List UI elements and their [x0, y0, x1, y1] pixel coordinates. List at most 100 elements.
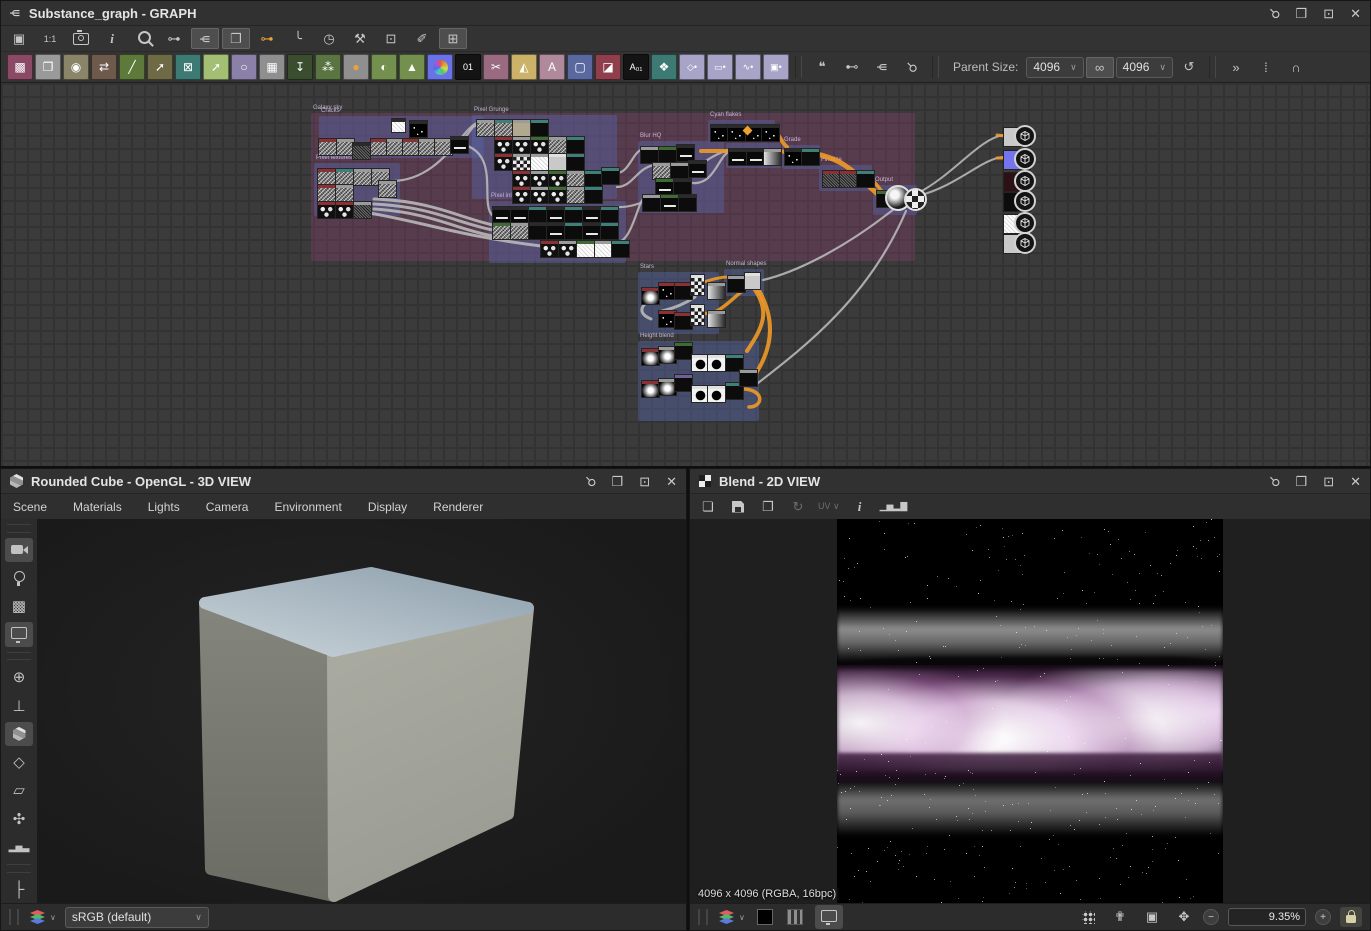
save-image-icon[interactable]: [728, 497, 748, 517]
reset-size-icon[interactable]: ↺: [1175, 57, 1203, 78]
menu-scene[interactable]: Scene: [13, 500, 61, 514]
shape-splatter-node-button[interactable]: ◇•: [679, 54, 705, 80]
graph-node[interactable]: [410, 121, 427, 137]
graph-node[interactable]: [675, 283, 692, 299]
graph-node[interactable]: [745, 273, 760, 289]
pin-node-icon[interactable]: ⚲: [898, 57, 926, 78]
view2d-titlebar[interactable]: Blend - 2D VIEW ⚲❒⊡✕: [690, 469, 1370, 494]
link-ends-icon[interactable]: ⊶: [160, 28, 188, 49]
maximize-icon[interactable]: ⊡: [639, 475, 650, 488]
thumbnails-icon[interactable]: ⊡: [377, 28, 405, 49]
menu-renderer[interactable]: Renderer: [433, 500, 497, 514]
graph-node[interactable]: [601, 207, 618, 223]
graph-node[interactable]: [318, 202, 335, 218]
graph-node[interactable]: [565, 207, 582, 223]
tiling-grid-icon[interactable]: [1078, 907, 1098, 927]
display-settings-icon[interactable]: [5, 622, 33, 646]
straight-links-icon[interactable]: ⊶: [253, 28, 281, 49]
graph-node[interactable]: [689, 161, 706, 177]
dock-icon[interactable]: ❒: [1296, 7, 1308, 20]
graph-titlebar[interactable]: ⋔ Substance_graph - GRAPH ⚲❒⊡✕: [1, 1, 1370, 26]
graph-node[interactable]: [679, 195, 696, 211]
graph-node[interactable]: [531, 154, 548, 170]
graph-node[interactable]: [379, 181, 396, 197]
link-size-icon[interactable]: ∞: [1086, 57, 1114, 78]
graph-node[interactable]: [602, 168, 619, 184]
close-icon[interactable]: ✕: [666, 475, 677, 488]
graph-node[interactable]: [392, 119, 405, 132]
graph-node[interactable]: [857, 171, 874, 187]
graph-node[interactable]: [643, 195, 660, 211]
graph-node[interactable]: [661, 195, 678, 211]
statusbar-grip[interactable]: [9, 909, 19, 925]
menu-display[interactable]: Display: [368, 500, 421, 514]
dot-node-button[interactable]: ●: [343, 54, 369, 80]
graph-node[interactable]: [495, 137, 512, 153]
graph-node[interactable]: [708, 386, 725, 402]
graph-node[interactable]: [802, 149, 819, 165]
pan-view-icon[interactable]: ✥: [1174, 907, 1194, 927]
clean-graph-icon[interactable]: ✐: [408, 28, 436, 49]
mirror-node-button[interactable]: ◭: [511, 54, 537, 80]
directional-blur-node-button[interactable]: ➚: [147, 54, 173, 80]
elbow-links-icon[interactable]: ╰: [284, 28, 312, 49]
shape-node-button[interactable]: ○: [231, 54, 257, 80]
bezier-curve-node-button[interactable]: ✂: [483, 54, 509, 80]
graph-node[interactable]: [513, 120, 530, 136]
graph-node[interactable]: [567, 137, 584, 153]
graph-node[interactable]: [840, 171, 857, 187]
output-node[interactable]: [1004, 151, 1030, 169]
graph-node[interactable]: [728, 125, 745, 141]
graph-node[interactable]: [495, 154, 512, 170]
graph-node[interactable]: [531, 187, 548, 203]
graph-node[interactable]: [419, 139, 436, 155]
graph-node[interactable]: [559, 241, 576, 257]
screenshot-icon[interactable]: [67, 28, 95, 49]
zoom-out-button[interactable]: −: [1203, 909, 1219, 925]
curve-warp-node-button[interactable]: ∿•: [735, 54, 761, 80]
graph-node[interactable]: [711, 125, 728, 141]
transformation-node-button[interactable]: ⊠: [175, 54, 201, 80]
compact-vertical-icon[interactable]: ⁞: [1252, 57, 1280, 78]
graph-node[interactable]: [674, 179, 691, 195]
alpha-01-node-button[interactable]: A₀₁: [623, 54, 649, 80]
graph-node[interactable]: [336, 202, 353, 218]
histogram-scan-node-button[interactable]: ▲: [399, 54, 425, 80]
menu-materials[interactable]: Materials: [73, 500, 136, 514]
graph-node[interactable]: [642, 381, 659, 397]
gradient-map-node-button[interactable]: [427, 54, 453, 80]
graph-node[interactable]: [583, 223, 600, 239]
maximize-icon[interactable]: ⊡: [1323, 7, 1334, 20]
graph-node[interactable]: [318, 185, 335, 201]
height-extrude-node-button[interactable]: ↧: [287, 54, 313, 80]
zoom-level-field[interactable]: [1228, 908, 1306, 926]
graph-node[interactable]: [567, 171, 584, 187]
graph-node[interactable]: [541, 241, 558, 257]
statusbar-grip[interactable]: [698, 909, 708, 925]
compact-horizontal-icon[interactable]: »: [1222, 57, 1250, 78]
stats-icon[interactable]: ▂▅▃: [5, 835, 33, 859]
parent-size-width-select[interactable]: 4096∨: [1026, 57, 1083, 78]
pin-icon[interactable]: ⚲: [1270, 7, 1280, 20]
graph-node[interactable]: [656, 179, 673, 195]
zoom-actual-icon[interactable]: 1:1: [36, 28, 64, 49]
graph-node[interactable]: [675, 375, 692, 391]
blend-node-button[interactable]: ❐: [35, 54, 61, 80]
output-node[interactable]: [1004, 193, 1030, 211]
graph-node[interactable]: [529, 207, 546, 223]
graph-node[interactable]: [513, 137, 530, 153]
directional-warp-node-button[interactable]: ➚: [203, 54, 229, 80]
scatter-node-button[interactable]: ⁂: [315, 54, 341, 80]
graph-node[interactable]: [677, 145, 694, 161]
comment-icon[interactable]: ❝: [808, 57, 836, 78]
text-node-button[interactable]: A: [539, 54, 565, 80]
graph-node[interactable]: [740, 370, 757, 386]
graph-node[interactable]: [642, 349, 659, 365]
graph-node[interactable]: [653, 163, 670, 179]
graph-node[interactable]: [708, 355, 725, 371]
graph-node[interactable]: [435, 139, 452, 155]
turbine-mesh-icon[interactable]: ✣: [5, 807, 33, 831]
tools-icon[interactable]: ⚒: [346, 28, 374, 49]
graph-node[interactable]: [549, 171, 566, 187]
graph-node[interactable]: [567, 187, 584, 203]
